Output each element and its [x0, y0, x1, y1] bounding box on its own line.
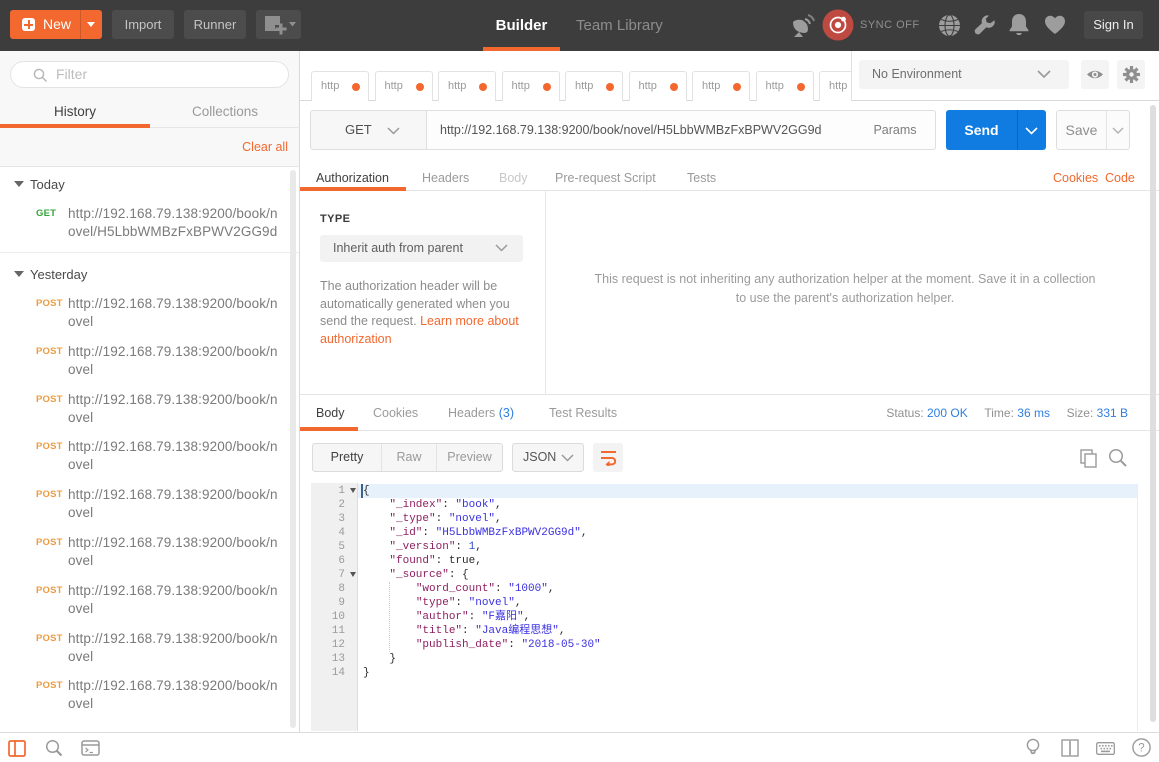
svg-text:?: ? [1138, 743, 1144, 755]
